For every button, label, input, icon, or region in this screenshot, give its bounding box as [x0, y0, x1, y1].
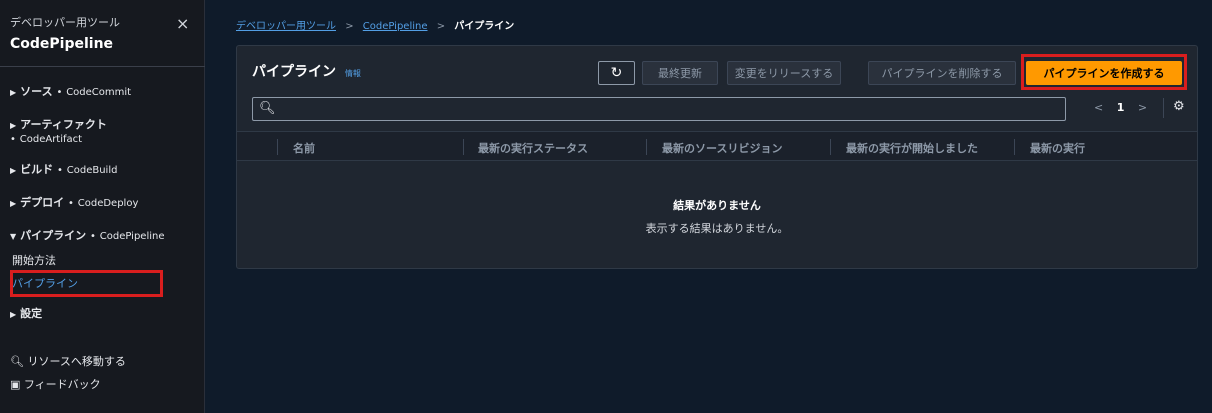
column-header-execution-started[interactable]: 最新の実行が開始しました [846, 140, 978, 156]
sidebar-item-build[interactable]: ▶ ビルド • CodeBuild [10, 161, 117, 177]
feedback-link[interactable]: ▣ フィードバック [10, 376, 101, 392]
caret-down-icon: ▼ [10, 232, 17, 241]
breadcrumb-separator: > [345, 21, 354, 32]
goto-resource-link[interactable]: 🔍︎ リソースへ移動する [10, 353, 126, 369]
delete-pipeline-button[interactable]: パイプラインを削除する [868, 61, 1016, 85]
release-change-button[interactable]: 変更をリリースする [727, 61, 841, 85]
pagination: < 1 > [1089, 101, 1152, 114]
empty-state-title: 結果がありません [673, 199, 761, 212]
gear-icon[interactable]: ⚙ [1173, 99, 1185, 114]
prev-page-button[interactable]: < [1094, 101, 1103, 114]
sidebar-item-getting-started[interactable]: 開始方法 [12, 252, 56, 268]
sidebar-item-artifact[interactable]: ▶ アーティファクト [10, 116, 107, 132]
feedback-icon: ▣ [10, 378, 21, 391]
column-header-status[interactable]: 最新の実行ステータス [478, 140, 588, 156]
search-icon: 🔍︎ [259, 101, 276, 116]
breadcrumb-codepipeline[interactable]: CodePipeline [363, 21, 428, 32]
search-input[interactable]: 🔍︎ [252, 97, 1066, 121]
refresh-button[interactable]: ↻ [598, 61, 635, 85]
empty-state-description: 表示する結果はありません。 [645, 222, 789, 235]
breadcrumb-dev-tools[interactable]: デベロッパー用ツール [236, 21, 336, 32]
sidebar-header: デベロッパー用ツール CodePipeline [10, 14, 120, 52]
column-header-source-revision[interactable]: 最新のソースリビジョン [662, 140, 782, 156]
column-divider [277, 139, 278, 155]
panel-title: パイプライン 情報 [252, 64, 361, 80]
caret-right-icon: ▶ [10, 166, 17, 175]
sidebar-divider [0, 66, 205, 67]
sidebar-item-settings[interactable]: ▶ 設定 [10, 305, 42, 321]
next-page-button[interactable]: > [1138, 101, 1147, 114]
column-divider [1014, 139, 1015, 155]
sidebar-title: CodePipeline [10, 36, 114, 52]
table-header: 名前 最新の実行ステータス 最新のソースリビジョン 最新の実行が開始しました 最… [237, 131, 1197, 161]
close-icon[interactable]: × [176, 14, 189, 33]
column-divider [830, 139, 831, 155]
column-divider [646, 139, 647, 155]
pager-divider [1163, 98, 1164, 118]
pipelines-panel: パイプライン 情報 ↻ 最終更新 変更をリリースする パイプラインを削除する パ… [236, 45, 1198, 269]
caret-right-icon: ▶ [10, 121, 17, 130]
page-number[interactable]: 1 [1117, 101, 1125, 114]
breadcrumb: デベロッパー用ツール > CodePipeline > パイプライン [236, 17, 514, 32]
sidebar-subtitle: デベロッパー用ツール [10, 16, 120, 29]
search-icon: 🔍︎ [10, 355, 24, 368]
column-header-latest-execution[interactable]: 最新の実行 [1030, 140, 1085, 156]
breadcrumb-separator: > [436, 21, 446, 32]
sidebar-item-source[interactable]: ▶ ソース • CodeCommit [10, 83, 131, 99]
caret-right-icon: ▶ [10, 310, 17, 319]
sidebar-item-pipeline[interactable]: ▼ パイプライン • CodePipeline [10, 227, 165, 243]
caret-right-icon: ▶ [10, 199, 17, 208]
highlight-box [10, 270, 163, 297]
sidebar-item-deploy[interactable]: ▶ デプロイ • CodeDeploy [10, 194, 138, 210]
sidebar-item-artifact-service[interactable]: • CodeArtifact [10, 132, 82, 145]
caret-right-icon: ▶ [10, 88, 17, 97]
info-link[interactable]: 情報 [345, 69, 361, 78]
breadcrumb-current: パイプライン [454, 21, 515, 32]
column-divider [463, 139, 464, 155]
highlight-box [1021, 54, 1187, 90]
sidebar: デベロッパー用ツール CodePipeline × ▶ ソース • CodeCom… [0, 0, 205, 413]
column-header-name[interactable]: 名前 [293, 140, 315, 156]
last-updated-button[interactable]: 最終更新 [642, 61, 718, 85]
